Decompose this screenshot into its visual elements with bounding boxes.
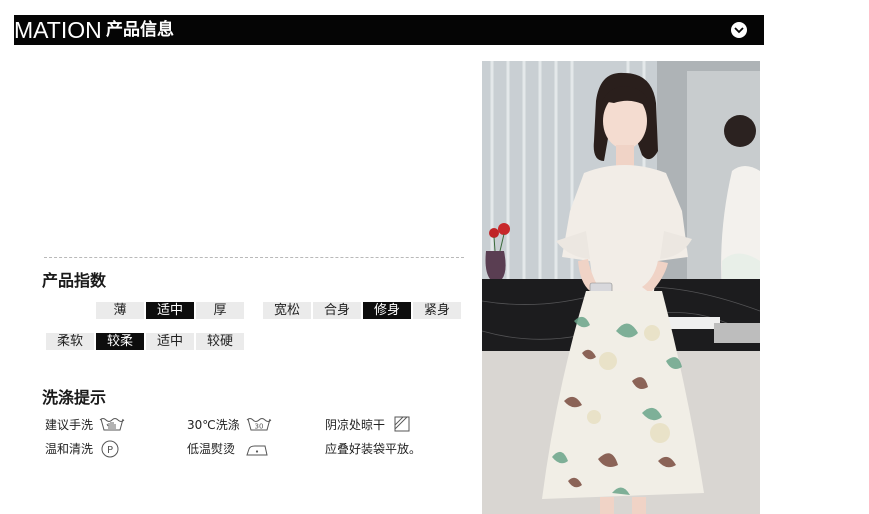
care-gentle-label: 温和清洗 <box>45 442 94 456</box>
product-index-title: 产品指数 <box>42 271 107 290</box>
fit-option: 修身 <box>363 302 411 319</box>
wash-30-icon: 30 <box>246 416 272 436</box>
care-fold-flat-label: 应叠好装袋平放。 <box>325 442 422 456</box>
fit-option: 紧身 <box>413 302 461 319</box>
thickness-option: 薄 <box>96 302 144 319</box>
gentle-clean-p-icon-text: P <box>107 445 113 456</box>
chevron-down-circle-icon[interactable] <box>731 22 747 38</box>
header-bar: MATION 产品信息 <box>14 15 764 45</box>
softness-option: 适中 <box>146 333 194 350</box>
wash-30-icon-text: 30 <box>255 423 264 431</box>
care-wash-30-label: 30℃洗涤 <box>187 418 240 432</box>
care-hand-wash-label: 建议手洗 <box>45 418 94 432</box>
dry-shade-icon <box>394 416 410 436</box>
care-dry-shade-label: 阴凉处晾干 <box>325 418 386 432</box>
thickness-option: 适中 <box>146 302 194 319</box>
low-iron-icon <box>245 441 269 461</box>
header-title-en: MATION <box>14 17 102 43</box>
header-title-cn: 产品信息 <box>106 20 174 40</box>
fit-option: 宽松 <box>263 302 311 319</box>
gentle-clean-p-icon: P <box>101 440 119 462</box>
thickness-option: 厚 <box>196 302 244 319</box>
softness-option: 较柔 <box>96 333 144 350</box>
softness-option: 柔软 <box>46 333 94 350</box>
hand-wash-icon <box>99 416 125 436</box>
washing-title: 洗涤提示 <box>42 388 107 407</box>
section-divider <box>44 257 464 258</box>
fit-option: 合身 <box>313 302 361 319</box>
care-low-iron-label: 低温熨烫 <box>187 442 236 456</box>
product-photo <box>482 61 760 514</box>
softness-option: 较硬 <box>196 333 244 350</box>
